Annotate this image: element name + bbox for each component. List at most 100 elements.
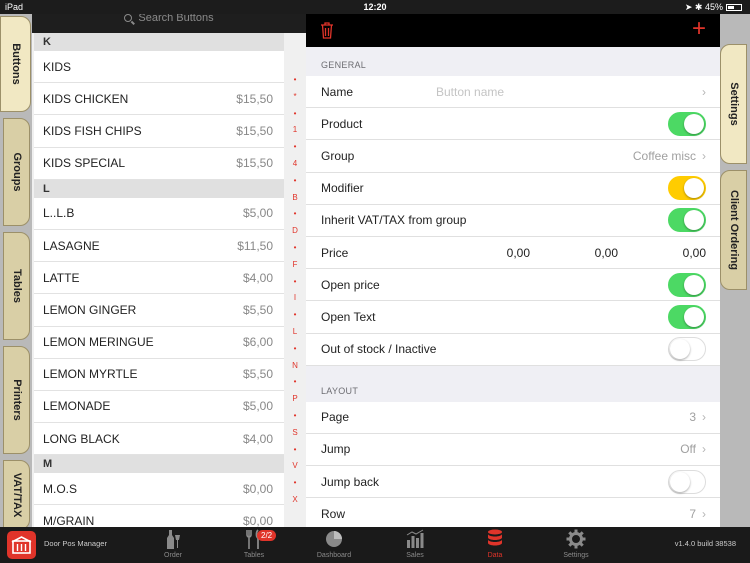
tab-printers[interactable]: Printers xyxy=(3,346,30,454)
list-item[interactable]: KIDS FISH CHIPS $15,50 xyxy=(34,115,284,148)
tab-data[interactable]: Data xyxy=(465,527,525,563)
open-text-toggle[interactable] xyxy=(668,304,706,329)
index-entry[interactable]: I xyxy=(288,290,302,307)
list-item[interactable]: LONG BLACK $4,00 xyxy=(34,423,284,456)
jump-row[interactable]: Jump Off › xyxy=(306,433,720,467)
version-label: v1.4.0 build 38538 xyxy=(674,539,736,548)
index-entry[interactable]: * xyxy=(288,89,302,106)
index-entry[interactable]: • xyxy=(288,72,302,89)
button-detail-panel: + GENERAL Name Button name › Product Gro… xyxy=(306,14,720,527)
list-item[interactable]: LEMON MERINGUE $6,00 xyxy=(34,326,284,359)
item-price: $11,50 xyxy=(237,238,273,253)
list-item[interactable]: KIDS SPECIAL $15,50 xyxy=(34,147,284,180)
chevron-right-icon: › xyxy=(702,506,706,521)
right-tab-strip: Settings Client Ordering xyxy=(720,14,750,527)
index-entry[interactable]: 4 xyxy=(288,156,302,173)
list-item[interactable]: LEMONADE $5,00 xyxy=(34,390,284,424)
tab-sales[interactable]: Sales xyxy=(385,527,445,563)
price-field-3[interactable]: 0,00 xyxy=(618,246,706,260)
index-entry[interactable]: • xyxy=(288,341,302,358)
index-entry[interactable]: 1 xyxy=(288,122,302,139)
section-label-layout: LAYOUT xyxy=(321,385,359,396)
index-entry[interactable]: N xyxy=(288,358,302,375)
tab-tables-label: Tables xyxy=(10,268,23,304)
product-label: Product xyxy=(321,116,363,131)
tab-buttons-label: Buttons xyxy=(9,43,22,85)
index-entry[interactable]: • xyxy=(288,106,302,123)
index-entry[interactable]: • xyxy=(288,408,302,425)
section-header: L xyxy=(34,179,284,198)
price-field-2[interactable]: 0,00 xyxy=(530,246,618,260)
add-icon[interactable]: + xyxy=(692,17,706,41)
item-name: M.O.S xyxy=(43,481,78,496)
modifier-toggle[interactable] xyxy=(668,176,706,201)
tab-vat-tax[interactable]: VAT/TAX xyxy=(3,460,30,530)
chevron-right-icon: › xyxy=(702,410,706,425)
tab-client-ordering[interactable]: Client Ordering xyxy=(720,170,747,290)
index-entry[interactable]: • xyxy=(288,307,302,324)
page-row[interactable]: Page 3 › xyxy=(306,401,720,434)
group-row[interactable]: Group Coffee misc › xyxy=(306,140,720,173)
index-entry[interactable]: • xyxy=(288,240,302,257)
list-item[interactable]: LEMON GINGER $5,50 xyxy=(34,294,284,327)
list-item[interactable]: LEMON MYRTLE $5,50 xyxy=(34,358,284,391)
item-name: KIDS FISH CHIPS xyxy=(43,123,142,138)
name-row[interactable]: Name Button name › xyxy=(306,76,720,109)
item-name: LASAGNE xyxy=(43,238,100,253)
index-entry[interactable]: F xyxy=(288,257,302,274)
inherit-vat-toggle[interactable] xyxy=(668,208,706,233)
out-of-stock-toggle[interactable] xyxy=(668,337,706,362)
index-entry[interactable]: • xyxy=(288,173,302,190)
tab-tables[interactable]: Tables xyxy=(3,232,30,340)
item-name: LEMON MERINGUE xyxy=(43,335,154,350)
tab-client-ordering-label: Client Ordering xyxy=(727,189,740,271)
list-item[interactable]: L..L.B $5,00 xyxy=(34,197,284,230)
search-bar[interactable]: Search Buttons xyxy=(32,14,306,33)
tab-groups[interactable]: Groups xyxy=(3,118,30,226)
list-item[interactable]: LASAGNE $11,50 xyxy=(34,229,284,263)
tab-settings-bottom[interactable]: Settings xyxy=(546,527,606,563)
list-item[interactable]: M/GRAIN $0,00 xyxy=(34,505,284,527)
battery-icon xyxy=(726,4,742,12)
modifier-label: Modifier xyxy=(321,181,364,196)
index-entry[interactable]: P xyxy=(288,391,302,408)
app-logo xyxy=(7,531,36,559)
index-entry[interactable]: • xyxy=(288,374,302,391)
trash-icon[interactable] xyxy=(320,22,334,39)
list-item[interactable]: KIDS CHICKEN $15,50 xyxy=(34,83,284,116)
open-text-label: Open Text xyxy=(321,309,376,324)
tab-order[interactable]: Order xyxy=(143,527,203,563)
item-name: LEMON GINGER xyxy=(43,302,137,317)
open-price-toggle[interactable] xyxy=(668,272,706,297)
tab-buttons[interactable]: Buttons xyxy=(0,16,31,112)
list-item[interactable]: M.O.S $0,00 xyxy=(34,473,284,506)
item-price: $6,00 xyxy=(242,335,273,350)
tab-tables-bottom[interactable]: 2/2 Tables xyxy=(224,527,284,563)
index-entry[interactable]: • xyxy=(288,475,302,492)
list-item[interactable]: KIDS xyxy=(34,51,284,84)
index-entry[interactable]: B xyxy=(288,190,302,207)
index-entry[interactable]: D xyxy=(288,223,302,240)
index-entry[interactable]: • xyxy=(288,206,302,223)
index-entry[interactable]: • xyxy=(288,139,302,156)
tab-settings[interactable]: Settings xyxy=(720,44,747,164)
tab-dashboard[interactable]: Dashboard xyxy=(304,527,364,563)
index-entry[interactable]: V xyxy=(288,458,302,475)
row-row[interactable]: Row 7 › xyxy=(306,498,720,527)
list-item[interactable]: LATTE $4,00 xyxy=(34,262,284,295)
jump-back-row: Jump back xyxy=(306,466,720,499)
item-name: KIDS SPECIAL xyxy=(43,156,126,171)
index-entry[interactable]: S xyxy=(288,425,302,442)
item-name: L..L.B xyxy=(43,206,75,221)
index-entry[interactable]: • xyxy=(288,442,302,459)
index-entry[interactable]: X xyxy=(288,492,302,509)
jump-back-label: Jump back xyxy=(321,474,380,489)
item-price: $5,50 xyxy=(242,367,273,382)
index-entry[interactable]: • xyxy=(288,274,302,291)
price-field-1[interactable]: 0,00 xyxy=(442,246,530,260)
product-toggle[interactable] xyxy=(668,111,706,136)
index-entry[interactable]: L xyxy=(288,324,302,341)
section-index[interactable]: • * • 1 • 4 • B • D • F • I • L • N • P • S • V • X xyxy=(288,72,302,509)
tables-badge: 2/2 xyxy=(257,530,277,541)
jump-back-toggle[interactable] xyxy=(668,469,706,494)
